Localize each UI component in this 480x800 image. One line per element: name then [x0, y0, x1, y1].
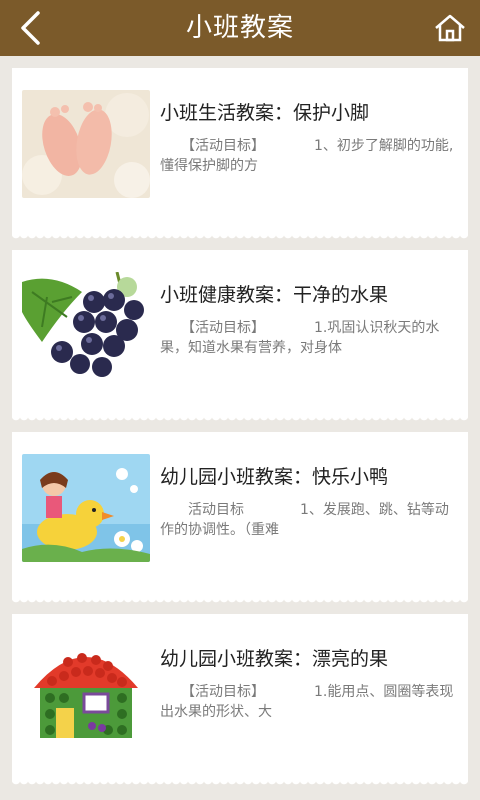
lesson-summary: 【活动目标】 1.巩固认识秋天的水果，知道水果有营养，对身体	[160, 320, 440, 356]
lesson-title: 幼儿园小班教案：漂亮的果	[160, 648, 389, 670]
app-header: 小班教案	[0, 0, 480, 56]
list-item[interactable]: 幼儿园小班教案：漂亮的果 【活动目标】 1.能用点、圆圈等表现出水果的形状、大	[12, 614, 468, 788]
grapes-thumbnail	[22, 272, 150, 380]
lesson-title: 小班健康教案：干净的水果	[160, 284, 389, 306]
baby-feet-thumbnail	[22, 90, 150, 198]
lesson-list: 小班生活教案：保护小脚 【活动目标】 1、初步了解脚的功能,懂得保护脚的方 小班…	[12, 68, 468, 796]
card-edge	[12, 780, 468, 788]
page-title: 小班教案	[185, 13, 294, 43]
lesson-summary: 【活动目标】 1.能用点、圆圈等表现出水果的形状、大	[160, 684, 454, 720]
list-item[interactable]: 幼儿园小班教案：快乐小鸭 活动目标 1、发展跑、跳、钻等动作的协调性。（重难	[12, 432, 468, 606]
lesson-summary: 【活动目标】 1、初步了解脚的功能,懂得保护脚的方	[160, 138, 454, 174]
card-edge	[12, 598, 468, 606]
list-item[interactable]: 小班生活教案：保护小脚 【活动目标】 1、初步了解脚的功能,懂得保护脚的方	[12, 68, 468, 242]
lesson-title: 幼儿园小班教案：快乐小鸭	[160, 466, 389, 488]
card-edge	[12, 234, 468, 242]
card-edge	[12, 416, 468, 424]
duck-cartoon-thumbnail	[22, 454, 150, 562]
lesson-title: 小班生活教案：保护小脚	[160, 102, 370, 124]
lesson-summary: 活动目标 1、发展跑、跳、钻等动作的协调性。（重难	[160, 502, 449, 538]
list-item[interactable]: 小班健康教案：干净的水果 【活动目标】 1.巩固认识秋天的水果，知道水果有营养，…	[12, 250, 468, 424]
fruit-house-thumbnail	[22, 636, 150, 744]
home-button[interactable]	[428, 6, 472, 50]
home-icon	[435, 14, 465, 42]
